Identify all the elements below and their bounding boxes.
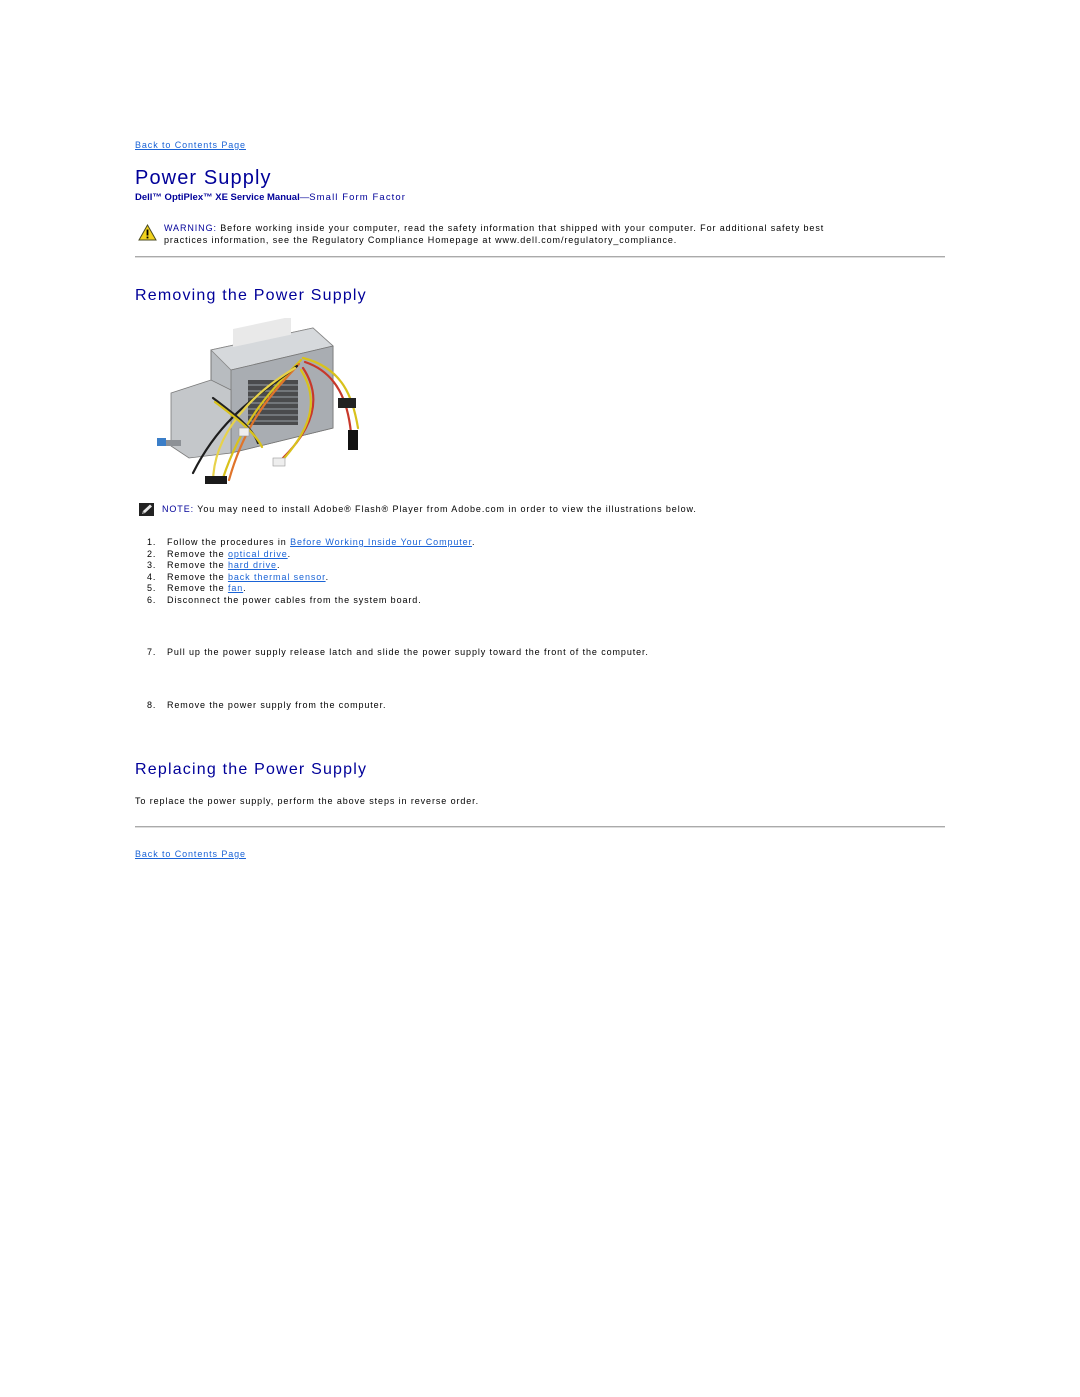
step-punct: . [243, 583, 247, 593]
step-punct: . [325, 571, 329, 582]
note-pencil-icon [139, 503, 154, 516]
step-number: 5. [147, 583, 157, 593]
fan-link[interactable]: fan [228, 583, 243, 593]
step-text: Disconnect the power cables from the sys… [167, 594, 422, 605]
back-thermal-sensor-link[interactable]: back thermal sensor [228, 572, 326, 582]
form-factor: Small Form Factor [309, 192, 407, 203]
step-number: 2. [147, 548, 157, 559]
back-to-contents-link-bottom[interactable]: Back to Contents Page [135, 849, 246, 861]
step-text: Pull up the power supply release latch a… [167, 647, 649, 657]
note-label: NOTE: [162, 504, 195, 514]
step-punct: . [276, 560, 281, 570]
power-supply-illustration [153, 296, 383, 498]
step-text: Remove the [167, 560, 228, 570]
note-body: You may need to install Adobe® Flash® Pl… [194, 504, 697, 514]
step-number: 4. [147, 571, 157, 582]
manual-name: Dell™ OptiPlex™ XE Service Manual [135, 192, 300, 203]
warning-label: WARNING: [164, 223, 217, 233]
step-text: Remove the [167, 548, 228, 559]
optical-drive-link[interactable]: optical drive [228, 549, 288, 559]
warning-text: WARNING: Before working inside your comp… [164, 223, 934, 246]
replacing-heading: Replacing the Power Supply [135, 761, 368, 778]
step-text: Remove the [167, 571, 228, 582]
step-number: 7. [147, 647, 157, 657]
manual-subtitle: Dell™ OptiPlex™ XE Service Manual—Small … [135, 192, 406, 204]
step-number: 3. [147, 560, 157, 570]
divider-bottom [135, 826, 945, 828]
warning-line-2: practices information, see the Regulator… [164, 234, 678, 245]
step-number: 6. [147, 594, 157, 605]
step-punct: . [287, 548, 292, 559]
page-title: Power Supply [135, 167, 272, 189]
back-to-contents-link-top[interactable]: Back to Contents Page [135, 140, 246, 152]
removing-heading: Removing the Power Supply [135, 287, 367, 304]
before-working-inside-link[interactable]: Before Working Inside Your Computer [290, 537, 472, 547]
note-text: NOTE: You may need to install Adobe® Fla… [162, 504, 697, 516]
step-punct: . [471, 537, 476, 547]
replacing-instructions: To replace the power supply, perform the… [135, 796, 479, 806]
hard-drive-link[interactable]: hard drive [228, 560, 277, 570]
step-number: 1. [147, 537, 157, 547]
warning-line-1: Before working inside your computer, rea… [216, 223, 825, 233]
subtitle-separator: — [299, 192, 310, 203]
step-number: 8. [147, 700, 157, 710]
step-text: Follow the procedures in [167, 537, 291, 547]
step-text: Remove the [167, 583, 228, 593]
step-text: Remove the power supply from the compute… [167, 700, 387, 710]
divider-top [135, 256, 945, 258]
warning-triangle-icon [138, 223, 157, 241]
